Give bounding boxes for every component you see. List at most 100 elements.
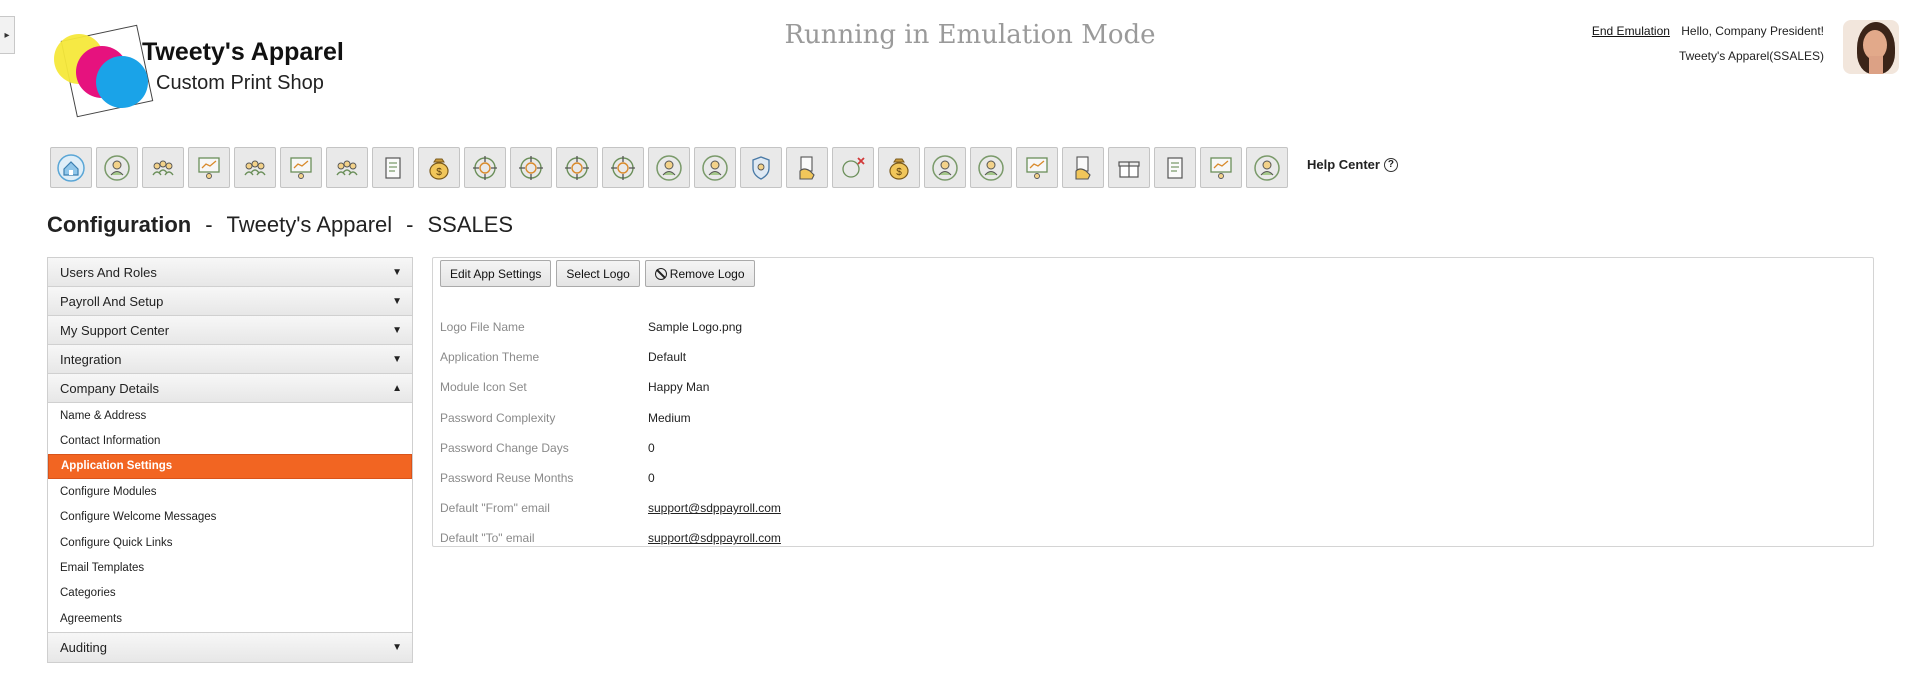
toolbar-button[interactable] (142, 147, 184, 188)
report-edit-icon (385, 156, 401, 179)
company-details-item[interactable]: Email Templates (48, 555, 412, 580)
toolbar-button[interactable] (648, 147, 690, 188)
shield-hand-icon (752, 155, 770, 180)
setting-value[interactable]: support@sdppayroll.com (648, 531, 781, 545)
company-details-item[interactable]: Application Settings (48, 453, 412, 480)
avatar[interactable] (1843, 20, 1899, 74)
panel-button-row: Edit App Settings Select Logo Remove Log… (440, 260, 755, 287)
group-board-icon (290, 156, 312, 179)
toolbar-button[interactable] (832, 147, 874, 188)
target-icon (473, 155, 497, 180)
setting-label: Password Complexity (440, 410, 556, 425)
setting-label: Module Icon Set (440, 380, 527, 395)
hand-document-icon (799, 155, 815, 180)
accordion-label: My Support Center (60, 322, 170, 338)
toolbar-button[interactable] (1154, 147, 1196, 188)
accordion-integration[interactable]: Integration ▼ (48, 345, 412, 374)
toolbar-button[interactable] (234, 147, 276, 188)
accordion-label: Users And Roles (60, 264, 157, 280)
end-emulation-link[interactable]: End Emulation (1592, 24, 1670, 38)
accordion-users-and-roles[interactable]: Users And Roles ▼ (48, 258, 412, 287)
select-logo-button[interactable]: Select Logo (556, 260, 640, 287)
toolbar-button[interactable] (694, 147, 736, 188)
company-details-item[interactable]: Categories (48, 581, 412, 606)
company-details-item[interactable]: Name & Address (48, 403, 412, 428)
setting-label: Password Change Days (440, 440, 569, 455)
company-logo: Tweety's Apparel Custom Print Shop (50, 22, 380, 122)
setting-value: Sample Logo.png (648, 320, 743, 335)
company-details-item[interactable]: Contact Information (48, 428, 412, 453)
setting-value: 0 (648, 471, 655, 486)
toolbar-button[interactable] (1108, 147, 1150, 188)
person-x-icon (842, 156, 865, 178)
toolbar-button[interactable] (510, 147, 552, 188)
toolbar-button[interactable] (740, 147, 782, 188)
presentation-icon (198, 156, 220, 179)
setting-row: Password Complexity Medium (440, 403, 781, 433)
remove-logo-button[interactable]: Remove Logo (644, 260, 755, 287)
toolbar-button[interactable] (1200, 147, 1242, 188)
toolbar-button[interactable] (970, 147, 1012, 188)
help-center-link[interactable]: Help Center ? (1307, 157, 1398, 172)
company-details-item[interactable]: Configure Quick Links (48, 530, 412, 555)
money-bag-icon-2: $ (889, 158, 909, 180)
toolbar-button[interactable] (1062, 147, 1104, 188)
setting-row: Module Icon Set Happy Man (440, 372, 781, 402)
module-toolbar: $ $ (50, 147, 1288, 188)
toolbar-button[interactable]: $ (878, 147, 920, 188)
page-title-section: Configuration (47, 212, 192, 237)
setting-value[interactable]: support@sdppayroll.com (648, 501, 781, 515)
company-details-item[interactable]: Configure Modules (48, 479, 412, 504)
toolbar-button[interactable] (602, 147, 644, 188)
toolbar-button[interactable] (96, 147, 138, 188)
company-details-item[interactable]: Agreements (48, 606, 412, 631)
page-title-separator: - (205, 212, 213, 237)
help-center-label: Help Center (1307, 157, 1380, 172)
person-group-chart-icon (932, 154, 958, 181)
setting-row: Logo File Name Sample Logo.png (440, 312, 781, 342)
people-settings-icon (152, 160, 174, 175)
accordion-auditing[interactable]: Auditing ▼ (48, 632, 412, 662)
caret-down-icon: ▼ (392, 266, 402, 278)
toolbar-button[interactable] (280, 147, 322, 188)
money-bag-icon: $ (429, 158, 449, 180)
page-title-code: SSALES (427, 212, 514, 237)
home-icon (57, 153, 85, 182)
accordion-my-support-center[interactable]: My Support Center ▼ (48, 316, 412, 345)
sidebar-toggle-button[interactable]: ▸ (0, 16, 15, 54)
toolbar-button[interactable] (924, 147, 966, 188)
toolbar-button[interactable] (464, 147, 506, 188)
setting-row: Password Reuse Months 0 (440, 463, 781, 493)
people-board-icon (1026, 156, 1048, 179)
chevron-right-icon: ▸ (4, 29, 10, 41)
emulation-mode-banner: Running in Emulation Mode (784, 20, 1156, 50)
setting-label: Logo File Name (440, 320, 525, 335)
setting-label: Password Reuse Months (440, 471, 574, 486)
toolbar-button[interactable] (326, 147, 368, 188)
company-details-item[interactable]: Configure Welcome Messages (48, 505, 412, 530)
accordion-label: Payroll And Setup (60, 293, 164, 309)
toolbar-button[interactable] (556, 147, 598, 188)
user-greeting-line: End Emulation Hello, Company President! (1592, 24, 1824, 38)
person-growth-icon (702, 154, 728, 181)
accordion-company-details[interactable]: Company Details ▲ (48, 374, 412, 403)
gift-icon (1118, 160, 1140, 178)
toolbar-button[interactable] (786, 147, 828, 188)
toolbar-button[interactable] (50, 147, 92, 188)
caret-down-icon: ▼ (392, 353, 402, 365)
toolbar-button[interactable] (1246, 147, 1288, 188)
question-circle-icon: ? (1383, 157, 1398, 172)
toolbar-button[interactable] (372, 147, 414, 188)
toolbar-button[interactable] (188, 147, 230, 188)
caret-down-icon: ▼ (392, 324, 402, 336)
target-icon-3 (565, 155, 589, 180)
setting-row: Application Theme Default (440, 342, 781, 372)
page-title-company: Tweety's Apparel (226, 212, 393, 237)
remove-logo-label: Remove Logo (669, 266, 745, 281)
toolbar-button[interactable] (1016, 147, 1058, 188)
person-chart-icon (656, 154, 682, 181)
ban-icon (654, 267, 667, 280)
accordion-payroll-and-setup[interactable]: Payroll And Setup ▼ (48, 287, 412, 316)
edit-app-settings-button[interactable]: Edit App Settings (440, 260, 552, 287)
toolbar-button[interactable]: $ (418, 147, 460, 188)
